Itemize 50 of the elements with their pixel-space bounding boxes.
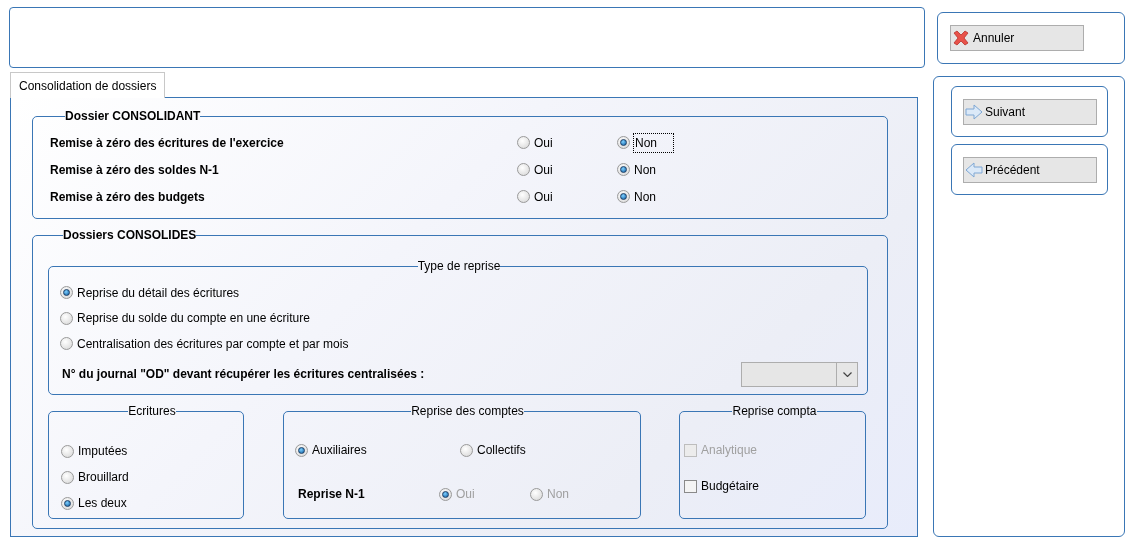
cancel-button[interactable]: Annuler xyxy=(950,25,1084,51)
radio-button[interactable] xyxy=(617,190,630,203)
previous-button[interactable]: Précédent xyxy=(963,156,1097,183)
option-label[interactable]: Collectifs xyxy=(477,441,526,459)
tab[interactable]: Consolidation de dossiers xyxy=(10,72,166,98)
field-label: Reprise N-1 xyxy=(298,486,366,503)
close-icon xyxy=(952,30,970,46)
group-title: Dossier CONSOLIDANT xyxy=(65,109,201,123)
radio-button[interactable] xyxy=(617,136,630,149)
radio-button[interactable] xyxy=(60,337,73,351)
radio-button[interactable] xyxy=(60,286,73,300)
group-title: Type de reprise xyxy=(417,259,501,273)
group-title: Reprise des comptes xyxy=(411,404,524,418)
left-arrow-icon xyxy=(965,161,983,178)
group-title: Ecritures xyxy=(128,404,176,418)
option-label[interactable]: Oui xyxy=(534,133,553,152)
group-title: Reprise compta xyxy=(732,404,817,418)
option-label[interactable]: Budgétaire xyxy=(701,477,760,495)
right-arrow-icon xyxy=(965,103,983,120)
radio-button[interactable] xyxy=(460,443,473,457)
radio-button[interactable] xyxy=(60,311,73,325)
option-label[interactable]: Les deux xyxy=(78,494,127,512)
option-label[interactable]: Non xyxy=(634,187,656,206)
option-label[interactable]: Reprise du détail des écritures xyxy=(77,283,240,302)
field-label: N° du journal "OD" devant récupérer les écritures centralisées : xyxy=(62,366,425,383)
chevron-down-icon xyxy=(842,371,852,377)
option-label[interactable]: Auxiliaires xyxy=(312,441,367,459)
field-label: Remise à zéro des budgets xyxy=(50,188,206,206)
option-label[interactable]: Reprise du solde du compte en une écriture xyxy=(77,309,310,328)
field-label: Remise à zéro des écritures de l'exercice xyxy=(50,134,285,152)
field-label: Remise à zéro des soldes N-1 xyxy=(50,161,220,179)
radio-button[interactable] xyxy=(517,163,530,176)
radio-button[interactable] xyxy=(61,444,74,458)
option-label[interactable]: Brouillard xyxy=(78,468,129,486)
option-label[interactable]: Non xyxy=(634,160,656,179)
checkbox[interactable] xyxy=(684,479,697,493)
option-label[interactable]: Oui xyxy=(534,160,553,179)
radio-button[interactable] xyxy=(517,190,530,203)
option-label[interactable]: Oui xyxy=(534,187,553,206)
group-title: Dossiers CONSOLIDES xyxy=(63,228,197,242)
radio-button[interactable] xyxy=(295,443,308,457)
option-label[interactable]: Non xyxy=(634,133,673,152)
radio-button[interactable] xyxy=(61,470,74,484)
next-button[interactable]: Suivant xyxy=(963,98,1097,125)
radio-button[interactable] xyxy=(617,163,630,176)
option-label[interactable]: Imputées xyxy=(78,442,128,460)
radio-button[interactable] xyxy=(61,496,74,510)
radio-button[interactable] xyxy=(517,136,530,149)
option-label[interactable]: Centralisation des écritures par compte et par mois xyxy=(77,334,349,353)
dropdown[interactable] xyxy=(741,361,858,387)
